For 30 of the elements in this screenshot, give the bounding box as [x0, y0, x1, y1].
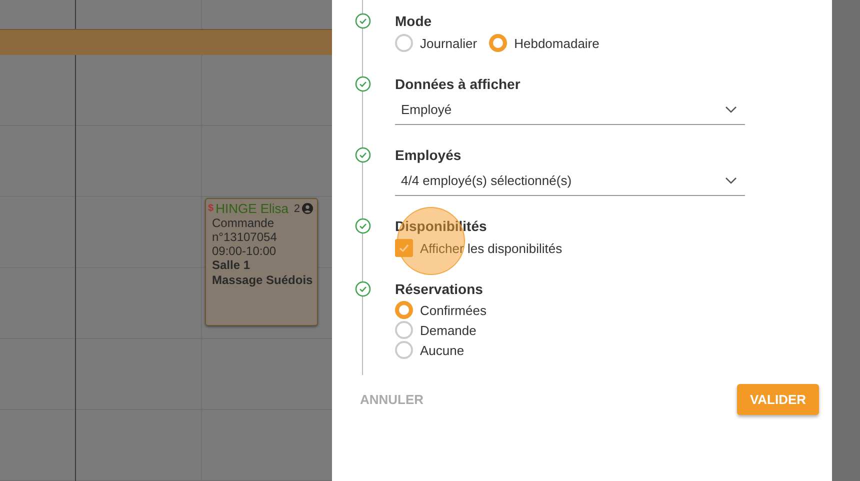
appointment-detail: Commande — [212, 216, 276, 230]
appointment-detail: Salle 1 — [212, 258, 252, 273]
step-title: Réservations — [395, 280, 484, 299]
step-title: Données à afficher — [395, 75, 522, 94]
participant-count: 2 — [294, 202, 300, 214]
check-icon — [398, 242, 410, 254]
currency-mark: $ — [208, 203, 214, 214]
checkbox-label[interactable]: Afficher les disponibilités — [420, 240, 562, 256]
step-title: Employés — [395, 146, 462, 165]
chevron-down-icon — [725, 106, 737, 114]
appointment-detail: Massage Suédois — [212, 273, 313, 288]
radio-label[interactable]: Hebdomadaire — [514, 36, 600, 50]
radio-button[interactable] — [489, 34, 508, 52]
radio-label[interactable]: Demande — [420, 322, 476, 338]
radio-button[interactable] — [395, 34, 413, 52]
radio-button[interactable] — [395, 321, 413, 339]
chevron-down-icon — [725, 176, 737, 184]
dropdown-field[interactable]: Employé — [395, 95, 745, 125]
appointment-detail: 09:00-10:00 — [212, 244, 278, 258]
radio-button[interactable] — [395, 301, 413, 319]
radio-label[interactable]: Confirmées — [420, 302, 486, 318]
appointment-detail: n°13107054 — [212, 230, 278, 244]
radio-label[interactable]: Journalier — [420, 36, 478, 50]
step-title: Mode — [395, 12, 433, 31]
dropdown-field[interactable]: 4/4 employé(s) sélectionné(s) — [395, 166, 745, 196]
radio-label[interactable]: Aucune — [420, 342, 464, 358]
checkbox[interactable] — [395, 239, 413, 257]
client-name: HINGE Elisa — [216, 201, 290, 216]
person-icon — [302, 203, 313, 214]
radio-button[interactable] — [395, 341, 413, 359]
